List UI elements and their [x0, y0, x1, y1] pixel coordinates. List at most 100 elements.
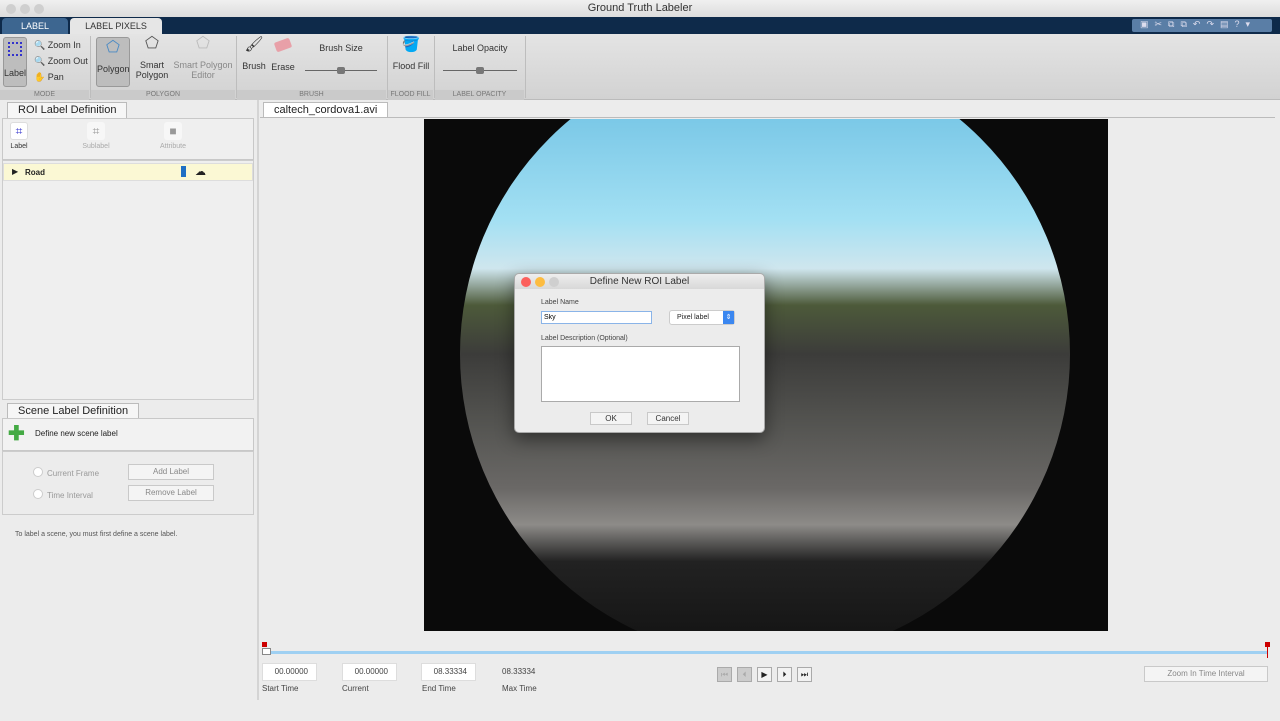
- last-frame-button[interactable]: ⏭: [797, 667, 812, 682]
- select-stepper-icon: ⇕: [723, 311, 734, 324]
- scene-hint-text: To label a scene, you must first define …: [15, 531, 178, 538]
- remove-scene-label-button[interactable]: Remove Label: [128, 485, 214, 501]
- sublabel-button-text: Sublabel: [82, 143, 110, 150]
- label-name: Road: [25, 168, 45, 177]
- divider: [260, 117, 1275, 118]
- minimize-window-button[interactable]: [20, 4, 30, 14]
- current-frame-radio[interactable]: [33, 467, 43, 477]
- divider: [525, 36, 526, 98]
- label-color-swatch[interactable]: [181, 166, 186, 177]
- label-mode-button[interactable]: Label: [3, 37, 27, 87]
- smart-polygon-button[interactable]: ⬠ Smart Polygon: [134, 36, 170, 81]
- current-time-slider-thumb[interactable]: [262, 648, 271, 655]
- next-frame-button[interactable]: ⏵: [777, 667, 792, 682]
- zoom-in-time-interval-button[interactable]: Zoom In Time Interval: [1144, 666, 1268, 682]
- window-title: Ground Truth Labeler: [587, 2, 693, 14]
- polygon-button[interactable]: ⬠ Polygon: [96, 37, 130, 87]
- tab-label-pixels[interactable]: LABEL PIXELS: [70, 18, 162, 34]
- brush-icon: 🖌: [244, 36, 264, 53]
- tab-video[interactable]: caltech_cordova1.avi: [263, 102, 389, 118]
- divider: [434, 36, 435, 98]
- label-name-input[interactable]: [541, 311, 652, 324]
- brush-text: Brush: [242, 61, 266, 71]
- label-type-value: Pixel label: [677, 314, 709, 321]
- polygon-icon: ⬠: [106, 39, 120, 56]
- zoom-in-icon: 🔍: [34, 40, 46, 50]
- brush-button[interactable]: 🖌 Brush: [241, 37, 267, 71]
- scene-define-row: ✚ Define new scene label: [2, 418, 254, 451]
- zoom-out-text: Zoom Out: [47, 56, 88, 66]
- smart-polygon-icon: ⬠: [145, 35, 159, 52]
- end-marker-line: [1267, 646, 1268, 658]
- start-time-field[interactable]: 00.00000: [262, 663, 317, 681]
- label-opacity-slider[interactable]: [443, 67, 517, 74]
- label-type-select[interactable]: Pixel label ⇕: [669, 310, 735, 325]
- label-opacity-label: Label Opacity: [452, 43, 508, 53]
- flood-fill-text: Flood Fill: [392, 61, 430, 71]
- start-time-label: Start Time: [262, 684, 299, 693]
- tab-roi-label-definition[interactable]: ROI Label Definition: [7, 102, 128, 118]
- timeline-track[interactable]: [264, 651, 1268, 654]
- label-description-input[interactable]: [541, 346, 740, 402]
- add-attribute-button[interactable]: ■ Attribute: [155, 122, 191, 152]
- smart-polygon-editor-button[interactable]: ⬠ Smart Polygon Editor: [172, 36, 234, 81]
- end-time-field[interactable]: 08.33334: [421, 663, 476, 681]
- zoom-window-button[interactable]: [34, 4, 44, 14]
- expand-triangle-icon[interactable]: ▶: [12, 167, 18, 176]
- brush-size-slider[interactable]: [305, 67, 377, 74]
- quick-access-toolbar[interactable]: ▣✂⧉⧉↶↷▤?▾: [1132, 19, 1272, 32]
- cancel-button[interactable]: Cancel: [647, 412, 689, 425]
- previous-frame-button[interactable]: ⏴: [737, 667, 752, 682]
- divider: [236, 36, 237, 98]
- zoom-in-button[interactable]: 🔍 Zoom In: [34, 40, 81, 50]
- panel-splitter[interactable]: [257, 100, 259, 700]
- label-text: Label: [4, 68, 27, 78]
- first-frame-button[interactable]: ⏮: [717, 667, 732, 682]
- end-time-label: End Time: [422, 684, 456, 693]
- label-button-text: Label: [10, 143, 28, 150]
- label-opacity-thumb[interactable]: [476, 67, 484, 74]
- flood-fill-button[interactable]: 🪣 Flood Fill: [390, 37, 432, 71]
- scene-options: Current Frame Time Interval Add Label Re…: [2, 451, 254, 515]
- time-interval-radio[interactable]: [33, 489, 43, 499]
- add-sublabel-button[interactable]: ⌗ Sublabel: [81, 122, 111, 152]
- zoom-out-button[interactable]: 🔍 Zoom Out: [34, 56, 88, 66]
- add-label-button[interactable]: ⌗ Label: [7, 122, 31, 152]
- sublabel-icon: ⌗: [87, 122, 105, 140]
- add-scene-label-button[interactable]: Add Label: [128, 464, 214, 480]
- define-scene-label-text: Define new scene label: [35, 429, 118, 438]
- smart-polygon-editor-icon: ⬠: [196, 35, 210, 52]
- erase-button[interactable]: Erase: [270, 37, 296, 72]
- smart-polygon-editor-text: Smart Polygon Editor: [173, 60, 233, 80]
- label-row-road[interactable]: ▶ Road ☁: [3, 163, 253, 181]
- group-label-opacity: LABEL OPACITY: [435, 90, 524, 100]
- close-window-button[interactable]: [6, 4, 16, 14]
- title-bar: Ground Truth Labeler: [0, 0, 1280, 17]
- tab-label[interactable]: LABEL: [2, 18, 68, 34]
- divider: [387, 36, 388, 98]
- label-description-label: Label Description (Optional): [541, 335, 628, 342]
- pan-hand-icon: ✋: [34, 72, 46, 82]
- polygon-text: Polygon: [97, 64, 130, 74]
- eraser-icon: [273, 37, 293, 53]
- start-marker[interactable]: [262, 642, 267, 647]
- play-button[interactable]: ▶: [757, 667, 772, 682]
- current-time-field[interactable]: 00.00000: [342, 663, 397, 681]
- zoom-in-text: Zoom In: [47, 40, 81, 50]
- brush-size-thumb[interactable]: [337, 67, 345, 74]
- define-roi-label-dialog: Define New ROI Label Label Name Pixel la…: [514, 273, 765, 433]
- label-icon: [8, 42, 22, 56]
- roi-label-list: ▶ Road ☁: [2, 160, 254, 400]
- ribbon: Label 🔍 Zoom In 🔍 Zoom Out ✋ Pan MODE ⬠ P…: [0, 34, 1280, 100]
- pixel-label-icon: ☁: [195, 166, 206, 178]
- ok-button[interactable]: OK: [590, 412, 632, 425]
- dialog-close-button[interactable]: [521, 277, 531, 287]
- pan-button[interactable]: ✋ Pan: [34, 72, 64, 82]
- group-mode: MODE: [0, 90, 89, 100]
- tab-scene-label-definition[interactable]: Scene Label Definition: [7, 403, 140, 419]
- roi-toolbar: ⌗ Label ⌗ Sublabel ■ Attribute: [2, 118, 254, 160]
- dialog-minimize-button[interactable]: [535, 277, 545, 287]
- tab-bar: LABEL LABEL PIXELS ▣✂⧉⧉↶↷▤?▾: [0, 17, 1280, 34]
- add-scene-label-plus-icon[interactable]: ✚: [8, 424, 26, 444]
- group-flood-fill: FLOOD FILL: [388, 90, 433, 100]
